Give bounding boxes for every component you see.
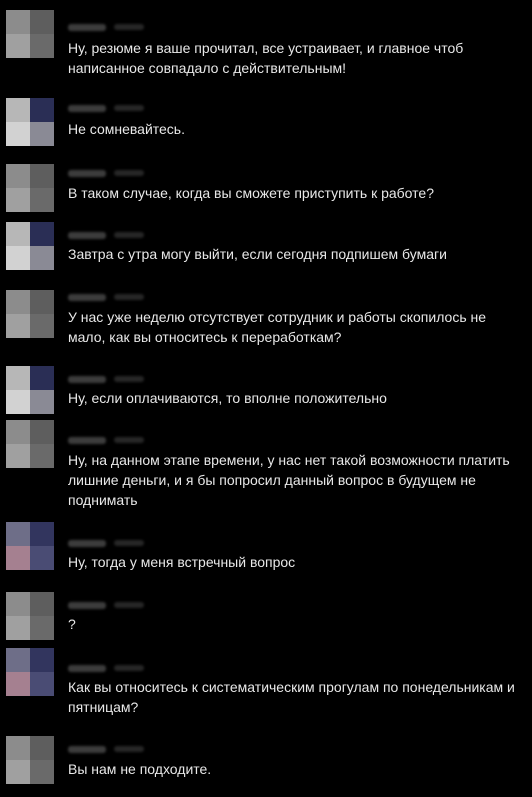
avatar[interactable] [6, 648, 54, 696]
timestamp-blurred [114, 376, 144, 382]
timestamp-blurred [114, 232, 144, 238]
sender-name-blurred [68, 745, 106, 753]
message-text: Не сомневайтесь. [68, 121, 185, 137]
sender-name-blurred [68, 601, 106, 609]
avatar[interactable] [6, 366, 54, 414]
timestamp-blurred [114, 746, 144, 752]
timestamp-blurred [114, 170, 144, 176]
message-text: Ну, на данном этапе времени, у нас нет т… [68, 452, 510, 508]
message-meta [68, 435, 144, 445]
sender-name-blurred [68, 104, 106, 112]
avatar[interactable] [6, 522, 54, 570]
message-meta [68, 22, 144, 32]
message-text: В таком случае, когда вы сможете приступ… [68, 185, 434, 201]
avatar[interactable] [6, 420, 54, 468]
message-meta [68, 230, 144, 240]
timestamp-blurred [114, 105, 144, 111]
avatar[interactable] [6, 98, 54, 146]
timestamp-blurred [114, 437, 144, 443]
timestamp-blurred [114, 665, 144, 671]
sender-name-blurred [68, 375, 106, 383]
message-meta [68, 374, 144, 384]
message-text: Завтра с утра могу выйти, если сегодня п… [68, 246, 447, 262]
message-text: Ну, тогда у меня встречный вопрос [68, 554, 296, 570]
message-text: Как вы относитесь к систематическим прог… [68, 679, 515, 715]
sender-name-blurred [68, 436, 106, 444]
message-meta [68, 744, 144, 754]
timestamp-blurred [114, 540, 144, 546]
sender-name-blurred [68, 231, 106, 239]
message-text: ? [68, 616, 76, 632]
message-meta [68, 103, 144, 113]
message-text: Ну, резюме я ваше прочитал, все устраива… [68, 40, 464, 76]
avatar[interactable] [6, 592, 54, 640]
sender-name-blurred [68, 23, 106, 31]
avatar[interactable] [6, 164, 54, 212]
avatar[interactable] [6, 222, 54, 270]
sender-name-blurred [68, 664, 106, 672]
message-meta [68, 168, 144, 178]
timestamp-blurred [114, 294, 144, 300]
timestamp-blurred [114, 24, 144, 30]
avatar[interactable] [6, 10, 54, 58]
message-text: У нас уже неделю отсутствует сотрудник и… [68, 309, 487, 345]
sender-name-blurred [68, 539, 106, 547]
avatar[interactable] [6, 736, 54, 784]
sender-name-blurred [68, 169, 106, 177]
message-text: Вы нам не подходите. [68, 761, 212, 777]
chat-log: Ну, резюме я ваше прочитал, все устраива… [0, 0, 532, 797]
message-meta [68, 600, 144, 610]
timestamp-blurred [114, 602, 144, 608]
message-meta [68, 663, 144, 673]
message-meta [68, 538, 144, 548]
message-text: Ну, если оплачиваются, то вполне положит… [68, 390, 387, 406]
avatar[interactable] [6, 290, 54, 338]
sender-name-blurred [68, 293, 106, 301]
message-meta [68, 292, 144, 302]
